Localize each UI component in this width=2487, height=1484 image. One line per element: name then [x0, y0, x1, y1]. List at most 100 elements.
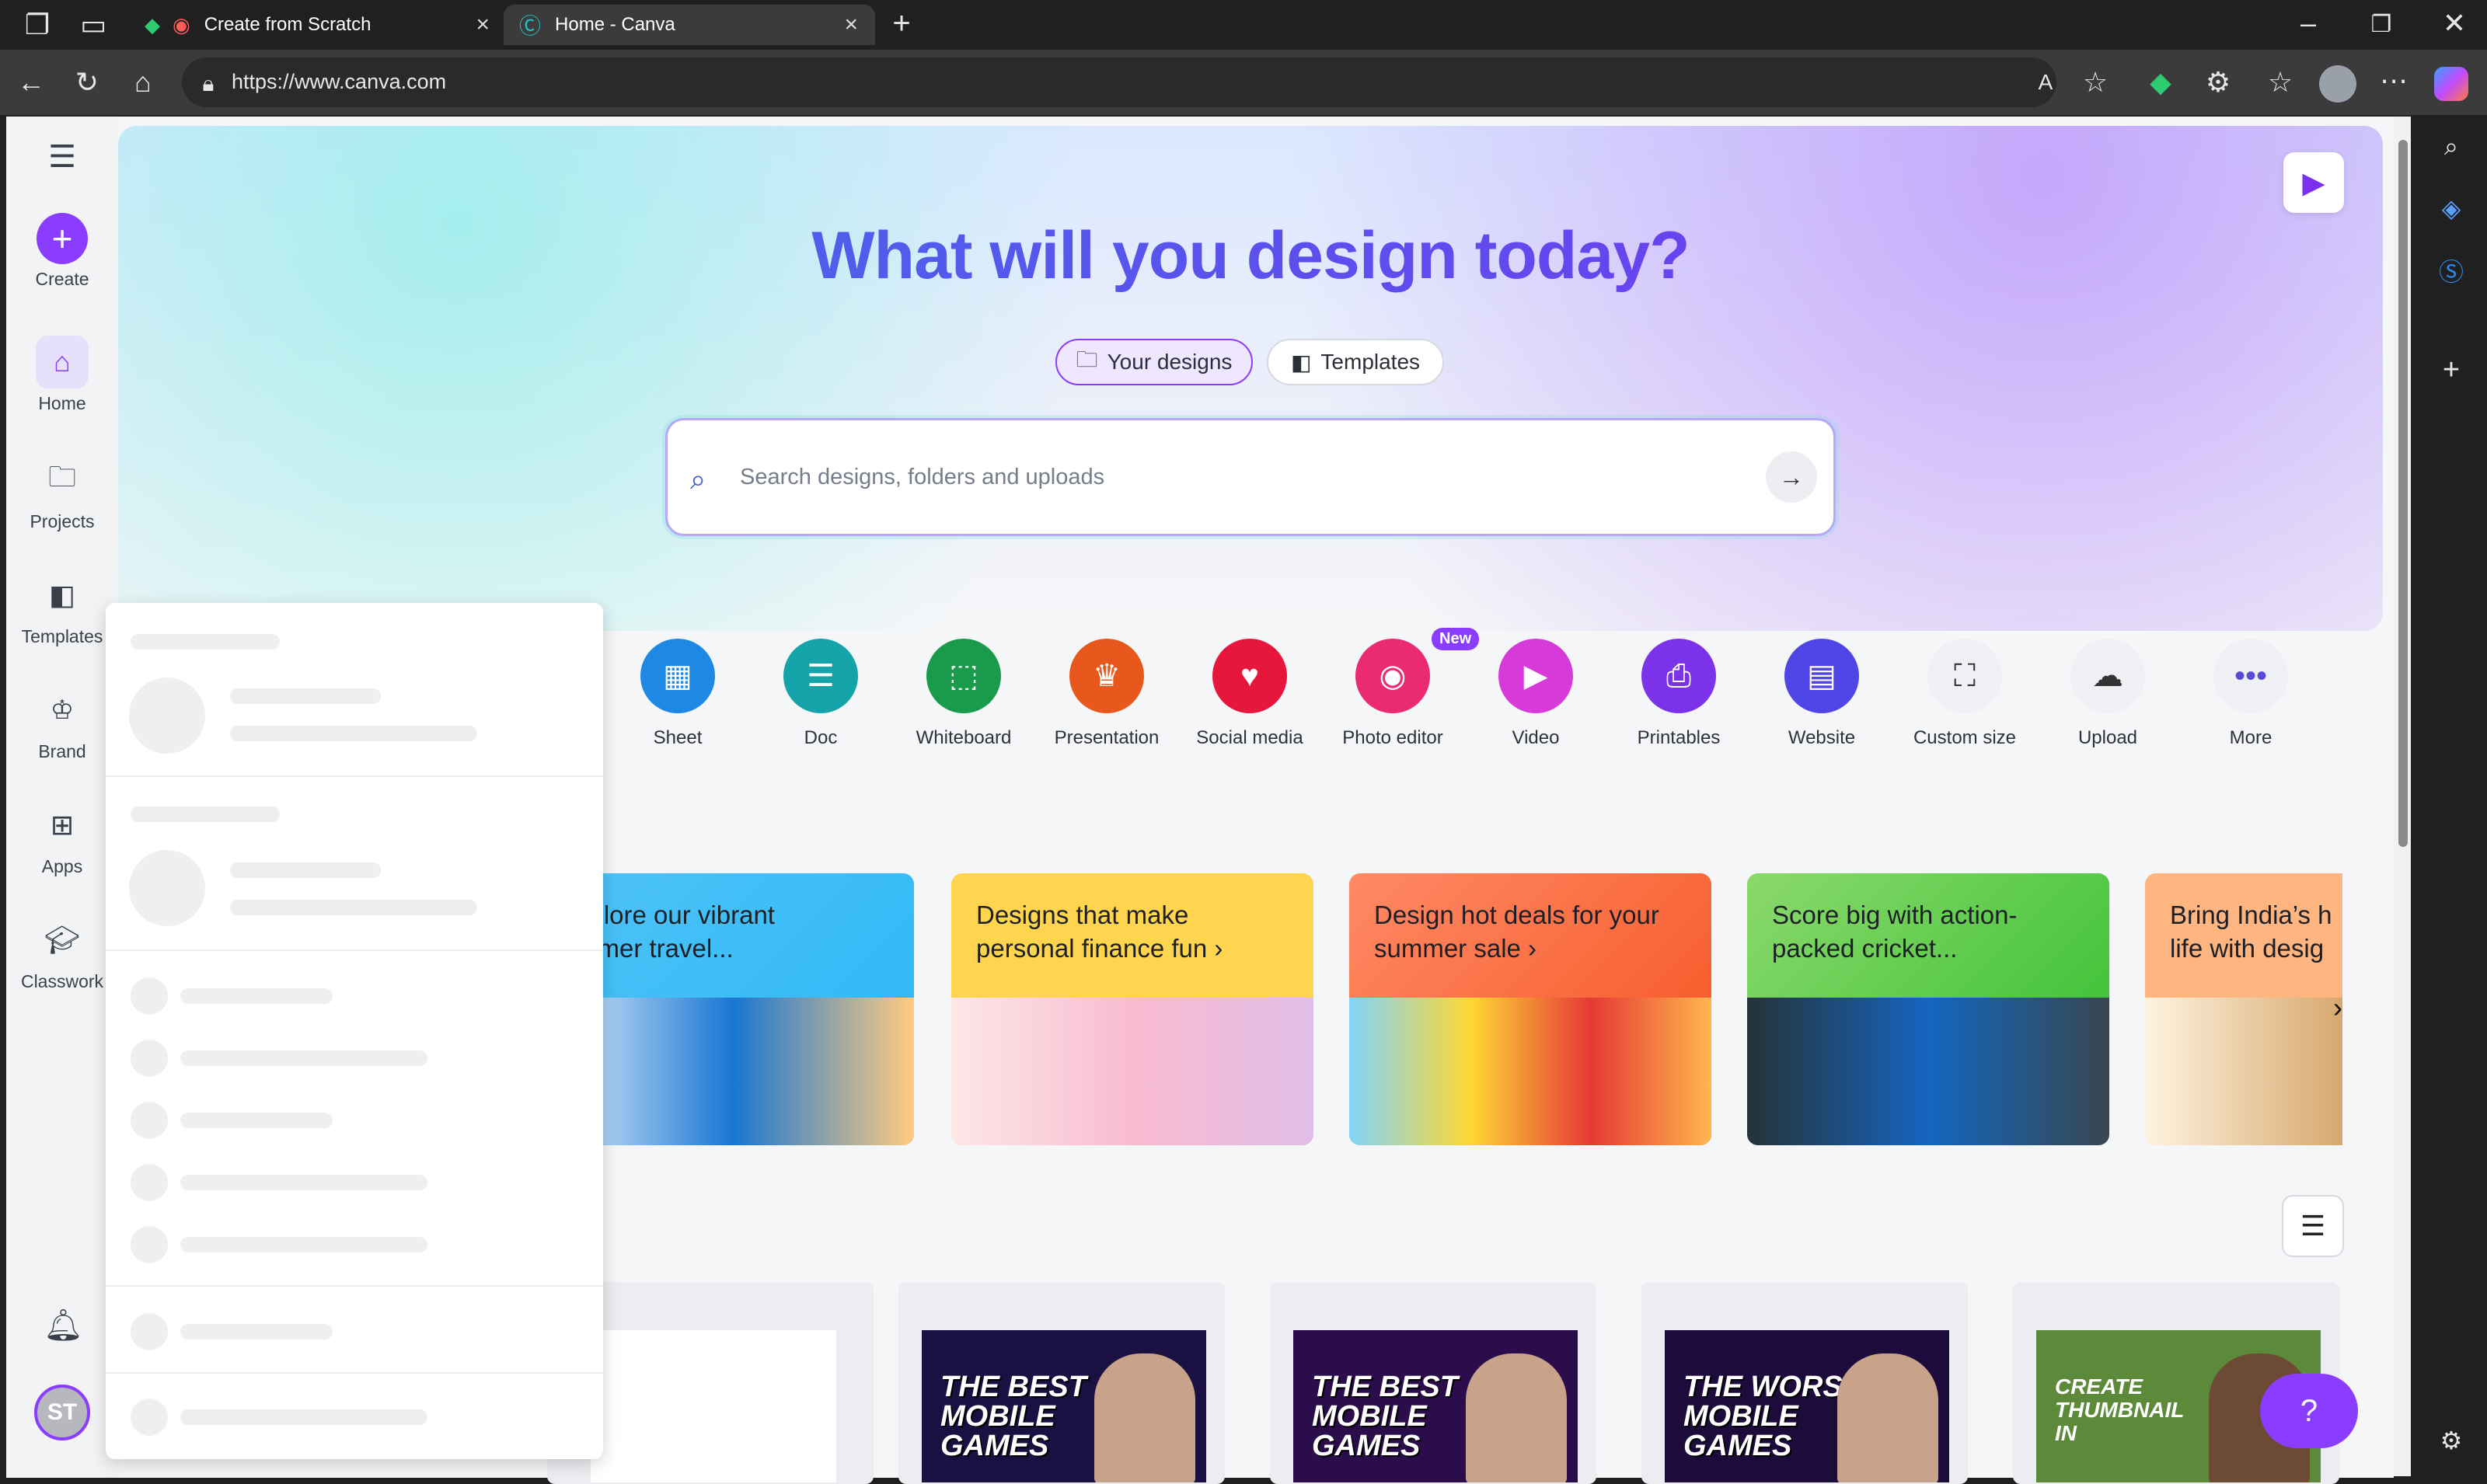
address-bar[interactable] [182, 57, 2056, 107]
magic-search-icon: ⌕ [690, 463, 706, 495]
favorites-icon[interactable]: ☆ [2262, 68, 2299, 96]
skeleton-line [180, 1409, 427, 1425]
thumbnail-text: CREATE THUMBNAIL IN [2055, 1374, 2185, 1445]
quick-tool-printables[interactable]: ⎙ Printables [1609, 639, 1749, 749]
sidebar-item-projects[interactable]: 🗀︎ Projects [6, 454, 118, 532]
add-sidebar-app-icon[interactable]: + [2433, 355, 2470, 385]
sidebar-item-apps[interactable]: ⊞ Apps [6, 799, 118, 877]
sidebar-item-brand[interactable]: ♔ Brand [6, 684, 118, 762]
banner-artwork [2145, 998, 2342, 1145]
tab-title: Home - Canva [555, 14, 675, 35]
quick-tool-sheet[interactable]: ▦ Sheet [608, 639, 748, 749]
scrollbar-thumb[interactable] [2398, 140, 2408, 847]
quick-tool-whiteboard[interactable]: ⬚ Whiteboard [894, 639, 1034, 749]
extension-icon: ◆ [145, 12, 160, 37]
brand-icon: ♔ [50, 695, 75, 725]
promo-banner-finance[interactable]: Designs that make personal finance fun › [951, 873, 1313, 1145]
sidebar-settings-icon[interactable]: ⚙ [2433, 1427, 2470, 1454]
more-options-icon[interactable]: ⋯ [2375, 67, 2412, 95]
sidebar-item-create[interactable]: + Create [6, 213, 118, 290]
back-icon[interactable]: ← [12, 68, 50, 96]
quick-tool-label: Video [1512, 727, 1560, 748]
quick-tool-label: Social media [1196, 727, 1303, 748]
tab-your-designs[interactable]: 🗀︎ Your designs [1055, 339, 1253, 385]
extensions-puzzle-icon[interactable]: ⚙ [2199, 68, 2237, 96]
design-thumbnail[interactable]: THE BEST MOBILE GAMES [922, 1330, 1206, 1482]
extension-icon[interactable]: ◆ [2142, 68, 2179, 96]
maximize-icon[interactable]: ❐ [2363, 11, 2400, 39]
sidebar-item-classwork[interactable]: 🎓︎ Classwork [6, 914, 118, 992]
sidebar-item-home[interactable]: ⌂ Home [6, 336, 118, 414]
tab-create-from-scratch[interactable]: ◆ ◉ Create from Scratch × [129, 5, 507, 45]
quick-tool-label: Sheet [653, 727, 703, 748]
skeleton-line [180, 988, 333, 1004]
design-thumbnail[interactable]: THE BEST MOBILE GAMES [1293, 1330, 1578, 1482]
tab-actions-icon[interactable]: ▭ [75, 11, 112, 39]
quick-tool-more[interactable]: ••• More [2181, 639, 2321, 749]
home-icon: ⌂ [36, 336, 89, 388]
quick-tool-presentation[interactable]: ♛ Presentation [1037, 639, 1177, 749]
quick-tool-website[interactable]: ▤ Website [1752, 639, 1892, 749]
home-icon[interactable]: ⌂ [124, 68, 162, 96]
skeleton-line [180, 1237, 427, 1252]
canva-favicon-icon: Ⓒ [519, 14, 542, 38]
skeleton-icon [131, 1102, 168, 1139]
quick-tool-doc[interactable]: ☰ Doc [751, 639, 891, 749]
lock-icon[interactable]: 🔒︎ [190, 70, 227, 98]
design-thumbnail[interactable] [591, 1330, 836, 1482]
quick-tool-social-media[interactable]: ♥ Social media [1180, 639, 1320, 749]
tab-home-canva[interactable]: Ⓒ Home - Canva × [504, 5, 875, 45]
workspaces-icon[interactable]: ❐ [19, 11, 56, 39]
promo-banner-summer-sale[interactable]: Design hot deals for your summer sale › [1349, 873, 1711, 1145]
quick-tool-upload[interactable]: ☁ Upload [2038, 639, 2178, 749]
panel-divider [106, 949, 603, 951]
promo-banner-travel[interactable]: xplore our vibrant mmer travel... [552, 873, 914, 1145]
sidebar-item-label: Apps [41, 856, 83, 876]
notifications-bell-icon[interactable]: 🔔︎ [44, 1310, 83, 1341]
shopping-tag-icon[interactable]: ◈ [2433, 194, 2470, 222]
quick-tool-video[interactable]: ▶ Video [1466, 639, 1606, 749]
search-icon[interactable]: ⌕ [2433, 132, 2470, 160]
new-tab-icon[interactable]: + [883, 8, 920, 39]
hero-title: What will you design today? [118, 218, 2383, 294]
list-view-button[interactable]: ☰ [2282, 1195, 2344, 1257]
read-aloud-icon[interactable]: A [2027, 68, 2064, 96]
carousel-next-icon[interactable]: › [2322, 991, 2353, 1029]
quick-tool-label: Presentation [1054, 727, 1160, 748]
design-thumbnail[interactable]: THE WORST MOBILE GAMES [1665, 1330, 1949, 1482]
presentation-icon: ♛ [1069, 639, 1144, 713]
play-video-button[interactable]: ▶ [2283, 152, 2344, 213]
account-avatar[interactable]: ST [34, 1385, 90, 1440]
promo-banner-heritage[interactable]: Bring India’s h life with desig [2145, 873, 2342, 1145]
sheet-icon: ▦ [640, 639, 715, 713]
profile-avatar[interactable] [2319, 65, 2356, 103]
banner-title: Designs that make personal finance fun › [976, 901, 1223, 963]
canva-sidebar [6, 117, 118, 1478]
quick-tool-custom-size[interactable]: ⛶ Custom size [1895, 639, 2035, 749]
hamburger-menu-icon[interactable]: ☰ [44, 141, 81, 172]
record-icon: ◉ [173, 12, 190, 37]
favorite-star-icon[interactable]: ☆ [2077, 68, 2114, 96]
promo-banner-cricket[interactable]: Score big with action- packed cricket... [1747, 873, 2109, 1145]
minimize-icon[interactable]: – [2290, 9, 2327, 37]
close-window-icon[interactable]: ✕ [2436, 9, 2473, 37]
close-tab-icon[interactable]: × [844, 12, 858, 37]
url-text[interactable]: https://www.canva.com [232, 70, 446, 94]
sidebar-item-templates[interactable]: ◧ Templates [6, 569, 118, 647]
whiteboard-icon: ⬚ [926, 639, 1001, 713]
tab-templates[interactable]: ◧ Templates [1267, 339, 1444, 385]
search-submit-button[interactable]: → [1766, 451, 1817, 503]
templates-icon: ◧ [1290, 350, 1312, 374]
close-tab-icon[interactable]: × [476, 12, 490, 37]
skeleton-icon [131, 1399, 168, 1436]
quick-tool-photo-editor[interactable]: ◉ New Photo editor [1323, 628, 1480, 749]
help-button[interactable]: ? [2260, 1374, 2358, 1448]
banner-title: Bring India’s h life with desig [2170, 901, 2332, 963]
search-placeholder: Search designs, folders and uploads [740, 465, 1105, 489]
copilot-icon[interactable] [2434, 67, 2468, 101]
thumbnail-photo [1466, 1353, 1567, 1482]
skype-icon[interactable]: Ⓢ [2433, 258, 2470, 286]
skeleton-icon [131, 977, 168, 1015]
tab-label: Your designs [1107, 350, 1233, 374]
refresh-icon[interactable]: ↻ [68, 68, 106, 96]
